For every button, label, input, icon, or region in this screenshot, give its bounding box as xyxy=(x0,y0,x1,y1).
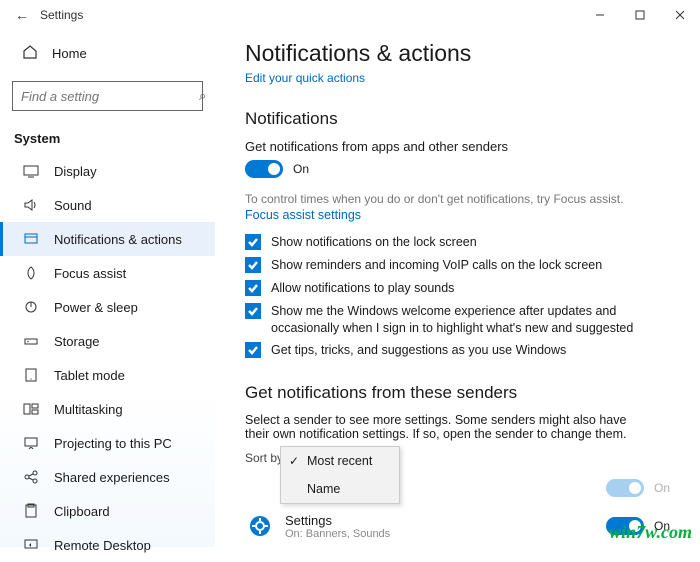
edit-quick-actions-link[interactable]: Edit your quick actions xyxy=(245,71,670,85)
sidebar-item-label: Shared experiences xyxy=(54,470,170,485)
sidebar-item-label: Power & sleep xyxy=(54,300,138,315)
remote-desktop-icon xyxy=(22,537,40,553)
sidebar-item-display[interactable]: Display xyxy=(0,154,215,188)
sidebar: Home ⌕ System Display Sound Notification… xyxy=(0,30,215,547)
sidebar-item-label: Tablet mode xyxy=(54,368,125,383)
toggle-state: On xyxy=(293,162,309,176)
sort-dropdown-menu: Most recent Name xyxy=(280,446,400,504)
sidebar-item-label: Multitasking xyxy=(54,402,123,417)
sidebar-item-shared-experiences[interactable]: Shared experiences xyxy=(0,460,215,494)
sidebar-item-label: Display xyxy=(54,164,97,179)
sidebar-item-label: Focus assist xyxy=(54,266,126,281)
sound-icon xyxy=(22,197,40,213)
checkbox-welcome[interactable] xyxy=(245,303,261,319)
notifications-desc: Get notifications from apps and other se… xyxy=(245,139,670,154)
sidebar-item-projecting[interactable]: Projecting to this PC xyxy=(0,426,215,460)
focus-assist-hint: To control times when you do or don't ge… xyxy=(245,192,670,206)
checkbox-sounds[interactable] xyxy=(245,280,261,296)
sidebar-home[interactable]: Home xyxy=(0,36,215,71)
clipboard-icon xyxy=(22,503,40,519)
checkbox-label: Show notifications on the lock screen xyxy=(271,234,477,251)
sort-option-most-recent[interactable]: Most recent xyxy=(281,447,399,475)
search-box[interactable]: ⌕ xyxy=(12,81,203,111)
sidebar-item-label: Projecting to this PC xyxy=(54,436,172,451)
display-icon xyxy=(22,163,40,179)
sidebar-item-multitasking[interactable]: Multitasking xyxy=(0,392,215,426)
maximize-button[interactable] xyxy=(620,0,660,30)
checkbox-label: Show me the Windows welcome experience a… xyxy=(271,303,651,337)
notifications-toggle[interactable] xyxy=(245,160,283,178)
sidebar-item-label: Sound xyxy=(54,198,92,213)
sidebar-item-notifications[interactable]: Notifications & actions xyxy=(0,222,215,256)
sender-sub: On: Banners, Sounds xyxy=(285,528,606,540)
storage-icon xyxy=(22,333,40,349)
sender-name: Settings xyxy=(285,513,606,528)
sidebar-item-sound[interactable]: Sound xyxy=(0,188,215,222)
sender-toggle[interactable] xyxy=(606,479,644,497)
sender-row[interactable]: Settings On: Banners, Sounds On xyxy=(245,511,670,541)
checkbox-label: Show reminders and incoming VoIP calls o… xyxy=(271,257,602,274)
search-input[interactable] xyxy=(21,89,199,104)
projecting-icon xyxy=(22,435,40,451)
sort-option-name[interactable]: Name xyxy=(281,475,399,503)
sidebar-item-label: Notifications & actions xyxy=(54,232,182,247)
sidebar-item-power-sleep[interactable]: Power & sleep xyxy=(0,290,215,324)
focus-assist-link[interactable]: Focus assist settings xyxy=(245,208,670,222)
page-title: Notifications & actions xyxy=(245,40,670,67)
sender-app-icon xyxy=(245,473,275,503)
checkbox-voip[interactable] xyxy=(245,257,261,273)
checkbox-tips[interactable] xyxy=(245,342,261,358)
sidebar-group-header: System xyxy=(0,121,215,154)
back-button[interactable]: ← xyxy=(10,7,34,23)
window-title: Settings xyxy=(40,8,83,22)
close-button[interactable] xyxy=(660,0,700,30)
watermark: win7w.com xyxy=(609,522,692,543)
checkbox-lock-screen[interactable] xyxy=(245,234,261,250)
sidebar-item-focus-assist[interactable]: Focus assist xyxy=(0,256,215,290)
sidebar-item-storage[interactable]: Storage xyxy=(0,324,215,358)
minimize-button[interactable] xyxy=(580,0,620,30)
focus-assist-icon xyxy=(22,265,40,281)
sender-app-icon xyxy=(245,511,275,541)
section-notifications: Notifications xyxy=(245,109,670,129)
checkbox-label: Allow notifications to play sounds xyxy=(271,280,454,297)
power-icon xyxy=(22,299,40,315)
sidebar-item-remote-desktop[interactable]: Remote Desktop xyxy=(0,528,215,562)
toggle-state: On xyxy=(654,481,670,495)
sidebar-item-label: Storage xyxy=(54,334,100,349)
sidebar-item-clipboard[interactable]: Clipboard xyxy=(0,494,215,528)
sidebar-home-label: Home xyxy=(52,46,87,61)
checkbox-label: Get tips, tricks, and suggestions as you… xyxy=(271,342,566,359)
notification-icon xyxy=(22,231,40,247)
home-icon xyxy=(22,44,40,63)
sidebar-item-label: Clipboard xyxy=(54,504,110,519)
titlebar: ← Settings xyxy=(0,0,700,30)
tablet-icon xyxy=(22,367,40,383)
multitasking-icon xyxy=(22,401,40,417)
senders-desc: Select a sender to see more settings. So… xyxy=(245,413,645,441)
section-senders: Get notifications from these senders xyxy=(245,383,670,403)
shared-icon xyxy=(22,469,40,485)
sidebar-item-tablet-mode[interactable]: Tablet mode xyxy=(0,358,215,392)
sidebar-item-label: Remote Desktop xyxy=(54,538,151,553)
search-icon: ⌕ xyxy=(199,88,206,104)
